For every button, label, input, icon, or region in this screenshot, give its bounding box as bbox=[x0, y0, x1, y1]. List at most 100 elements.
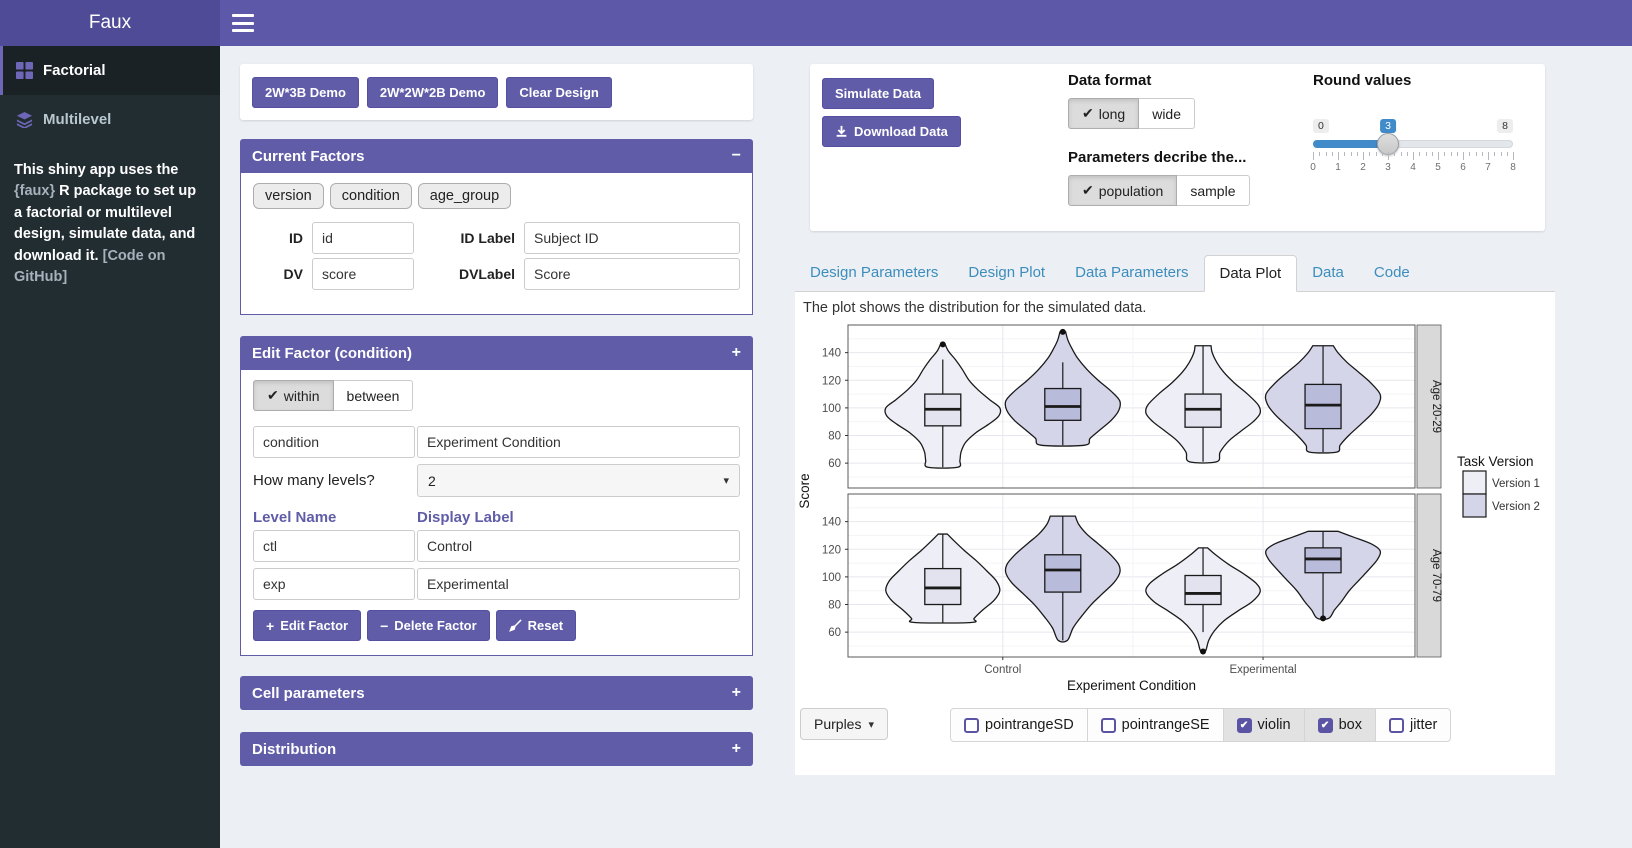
level-name-input-ctl[interactable] bbox=[253, 530, 415, 562]
expand-icon[interactable]: + bbox=[732, 685, 741, 701]
checkbox-violin[interactable]: ✔violin bbox=[1223, 709, 1304, 741]
sidebar-item-label: Multilevel bbox=[43, 111, 111, 128]
slider-tick-numbers: 012345678 bbox=[1313, 162, 1513, 174]
edit-factor-buttons: +Edit Factor−Delete FactorReset bbox=[253, 610, 740, 641]
button-label: Edit Factor bbox=[280, 618, 348, 633]
slider-number: 7 bbox=[1485, 162, 1491, 173]
simulate-data-button[interactable]: Simulate Data bbox=[822, 78, 934, 109]
factor-name-input[interactable] bbox=[253, 426, 415, 458]
format-option-wide[interactable]: wide bbox=[1139, 98, 1195, 129]
checkbox-label: pointrangeSD bbox=[985, 717, 1074, 733]
grid-icon bbox=[16, 62, 33, 79]
plot-text: Experiment Condition bbox=[1067, 678, 1196, 693]
sidebar-item-multilevel[interactable]: Multilevel bbox=[0, 95, 220, 144]
checkbox-pointrangeSE[interactable]: pointrangeSE bbox=[1087, 709, 1223, 741]
slider-number: 0 bbox=[1310, 162, 1316, 173]
box-plot bbox=[1185, 576, 1221, 605]
sidebar-item-factorial[interactable]: Factorial bbox=[0, 46, 220, 95]
button-label: Delete Factor bbox=[394, 618, 476, 633]
checkbox-box[interactable]: ✔box bbox=[1304, 709, 1375, 741]
factor-chip-age_group[interactable]: age_group bbox=[418, 183, 511, 209]
tab-code[interactable]: Code bbox=[1359, 255, 1425, 292]
level-name-input-exp[interactable] bbox=[253, 568, 415, 600]
collapse-icon[interactable]: + bbox=[732, 345, 741, 361]
unchecked-checkbox-icon bbox=[964, 718, 979, 733]
round-values-slider[interactable]: 0 3 8 012345678 bbox=[1313, 119, 1513, 199]
plot-text: Experimental bbox=[1229, 664, 1296, 676]
2w-2w-2b-demo-button[interactable]: 2W*2W*2B Demo bbox=[367, 77, 498, 108]
tab-design-plot[interactable]: Design Plot bbox=[953, 255, 1060, 292]
data-plot-tab-content: The plot shows the distribution for the … bbox=[795, 292, 1555, 775]
slider-number: 2 bbox=[1360, 162, 1366, 173]
palette-dropdown-button[interactable]: Purples ▾ bbox=[800, 708, 888, 740]
data-format-label: Data format bbox=[1068, 72, 1250, 89]
download-data-button[interactable]: Download Data bbox=[822, 116, 961, 147]
distribution-panel-header[interactable]: Distribution+ bbox=[240, 732, 753, 766]
design-option-within[interactable]: ✔within bbox=[253, 380, 334, 411]
level-label-input-ctl[interactable] bbox=[417, 530, 740, 562]
factor-chip-version[interactable]: version bbox=[253, 183, 324, 209]
reset-button[interactable]: Reset bbox=[496, 610, 576, 641]
plot-text: Score bbox=[797, 473, 812, 508]
app-logo[interactable]: Faux bbox=[0, 0, 220, 46]
results-tabs-panel: Design ParametersDesign PlotData Paramet… bbox=[795, 255, 1555, 775]
tab-design-parameters[interactable]: Design Parameters bbox=[795, 255, 953, 292]
slider-number: 5 bbox=[1435, 162, 1441, 173]
box-plot bbox=[1045, 555, 1081, 592]
2w-3b-demo-button[interactable]: 2W*3B Demo bbox=[252, 77, 359, 108]
chevron-down-icon: ▾ bbox=[723, 474, 729, 487]
id-label-input[interactable] bbox=[524, 222, 740, 254]
demo-buttons-card: 2W*3B Demo 2W*2W*2B Demo Clear Design bbox=[240, 64, 753, 120]
describe-option-population[interactable]: ✔population bbox=[1068, 175, 1177, 206]
outlier-point bbox=[1320, 615, 1326, 621]
slider-ticks bbox=[1313, 152, 1513, 160]
layers-icon bbox=[16, 111, 33, 128]
slider-max-label: 8 bbox=[1497, 119, 1513, 133]
level-row bbox=[253, 530, 740, 562]
tab-data[interactable]: Data bbox=[1297, 255, 1359, 292]
tab-bar: Design ParametersDesign PlotData Paramet… bbox=[795, 255, 1555, 292]
factor-label-input[interactable] bbox=[417, 426, 740, 458]
violin-plot: Age 20-296080100120140Age 70-79608010012… bbox=[797, 318, 1553, 700]
palette-label: Purples bbox=[814, 716, 861, 732]
round-values-label: Round values bbox=[1313, 72, 1513, 89]
tab-data-plot[interactable]: Data Plot bbox=[1204, 255, 1298, 292]
checkbox-pointrangeSD[interactable]: pointrangeSD bbox=[951, 709, 1087, 741]
current-factors-header[interactable]: Current Factors − bbox=[240, 139, 753, 173]
id-input[interactable] bbox=[312, 222, 414, 254]
edit-factor-header[interactable]: Edit Factor (condition) + bbox=[240, 336, 753, 370]
sidebar: Factorial Multilevel This shiny app uses … bbox=[0, 46, 220, 848]
check-icon: ✔ bbox=[1082, 182, 1094, 199]
checkbox-jitter[interactable]: jitter bbox=[1375, 709, 1450, 741]
plot-text: 120 bbox=[822, 375, 841, 387]
outlier-point bbox=[1060, 329, 1066, 335]
expand-icon[interactable]: + bbox=[732, 741, 741, 757]
design-option-between[interactable]: between bbox=[334, 380, 414, 411]
hamburger-menu-icon[interactable] bbox=[232, 14, 254, 32]
plot-text: 80 bbox=[828, 600, 841, 612]
plot-text: 100 bbox=[822, 403, 841, 415]
level-headings: Level Name Display Label bbox=[253, 509, 740, 526]
clear-design-button[interactable]: Clear Design bbox=[506, 77, 611, 108]
dv-input[interactable] bbox=[312, 258, 414, 290]
field-label: DVLabel bbox=[423, 266, 515, 282]
cell-parameters-panel-header[interactable]: Cell parameters+ bbox=[240, 676, 753, 710]
slider-number: 8 bbox=[1510, 162, 1516, 173]
geom-checkbox-group: pointrangeSD pointrangeSE✔violin✔boxjitte… bbox=[950, 708, 1451, 742]
slider-number: 4 bbox=[1410, 162, 1416, 173]
levels-count-select[interactable]: 2 ▾ bbox=[417, 464, 740, 497]
plot-text: 140 bbox=[822, 348, 841, 360]
sidebar-menu: Factorial Multilevel bbox=[0, 46, 220, 144]
edit-factor-button[interactable]: +Edit Factor bbox=[253, 610, 361, 641]
format-option-long[interactable]: ✔long bbox=[1068, 98, 1139, 129]
sidebar-item-label: Factorial bbox=[43, 62, 106, 79]
delete-factor-button[interactable]: −Delete Factor bbox=[367, 610, 490, 641]
describe-option-sample[interactable]: sample bbox=[1177, 175, 1249, 206]
toggle-option-label: long bbox=[1099, 106, 1125, 122]
level-label-input-exp[interactable] bbox=[417, 568, 740, 600]
factor-chip-condition[interactable]: condition bbox=[330, 183, 412, 209]
collapse-icon[interactable]: − bbox=[732, 148, 741, 164]
dvlabel-input[interactable] bbox=[524, 258, 740, 290]
tab-data-parameters[interactable]: Data Parameters bbox=[1060, 255, 1203, 292]
about-text: This shiny app uses the bbox=[14, 162, 178, 178]
